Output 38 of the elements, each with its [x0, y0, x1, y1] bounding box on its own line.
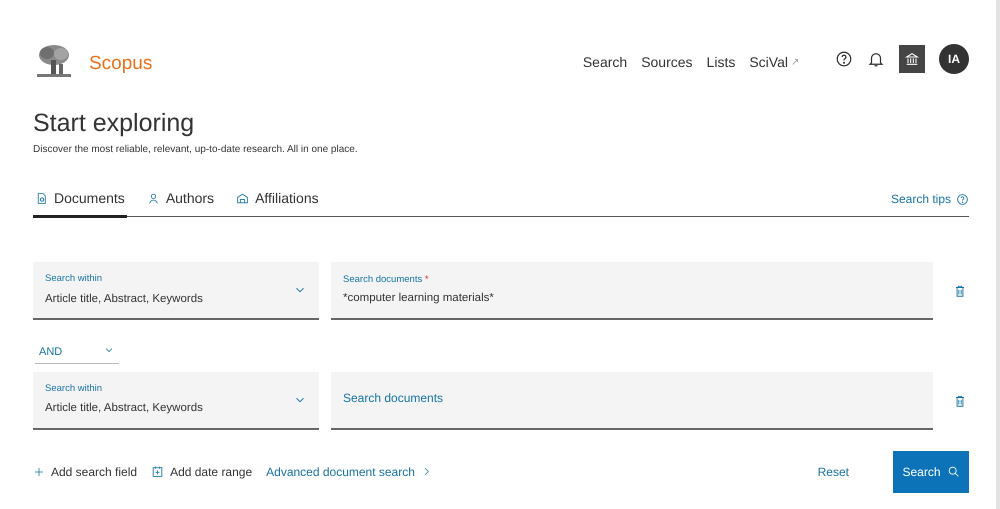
nav-link[interactable]: SciVal ↗ [749, 52, 799, 73]
tab[interactable]: Affiliations [234, 188, 321, 218]
connector-dropdown[interactable]: AND [35, 344, 119, 364]
building-icon [236, 192, 250, 205]
search-documents-field[interactable]: Search documents [331, 372, 933, 430]
search-within-dropdown[interactable]: Search within Article title, Abstract, Keywords [33, 262, 319, 320]
trash-icon[interactable] [953, 284, 967, 298]
nav-link[interactable]: Lists [706, 52, 736, 73]
nav-link[interactable]: Search [582, 52, 628, 73]
tab[interactable]: Documents [33, 188, 127, 218]
search-tips-link[interactable]: Search tips [890, 190, 969, 208]
search-icon [946, 465, 960, 478]
page-subtitle: Discover the most reliable, relevant, up-to-date research. All in one place. [33, 143, 359, 157]
search-documents-field[interactable]: Search documents * *computer learning materials* [331, 262, 933, 320]
search-documents-input[interactable]: Search documents [343, 390, 921, 408]
brand-name: Scopus [89, 52, 152, 76]
field-label: Search documents * [343, 272, 429, 287]
calendar-icon [151, 465, 164, 478]
bank-icon [904, 51, 920, 67]
search-button[interactable]: Search [893, 450, 969, 492]
trash-icon[interactable] [953, 394, 967, 408]
nav-link[interactable]: Sources [641, 52, 693, 73]
plus-icon [33, 466, 45, 478]
user-avatar[interactable]: IA [939, 44, 969, 74]
document-icon [35, 192, 48, 205]
help-icon[interactable] [835, 50, 853, 68]
action-link[interactable]: Add search field [33, 462, 138, 480]
tab[interactable]: Authors [144, 188, 216, 218]
search-documents-input[interactable]: *computer learning materials* [343, 290, 921, 308]
page-title: Start exploring [33, 108, 196, 138]
reset-link[interactable]: Reset [818, 462, 849, 480]
person-icon [146, 192, 160, 205]
search-within-dropdown[interactable]: Search within Article title, Abstract, Keywords [33, 372, 319, 430]
bell-icon[interactable] [867, 50, 885, 68]
action-link[interactable]: Advanced document search [266, 462, 432, 480]
help-icon [956, 192, 969, 206]
action-link[interactable]: Add date range [151, 462, 252, 480]
institution-button[interactable] [899, 45, 925, 73]
